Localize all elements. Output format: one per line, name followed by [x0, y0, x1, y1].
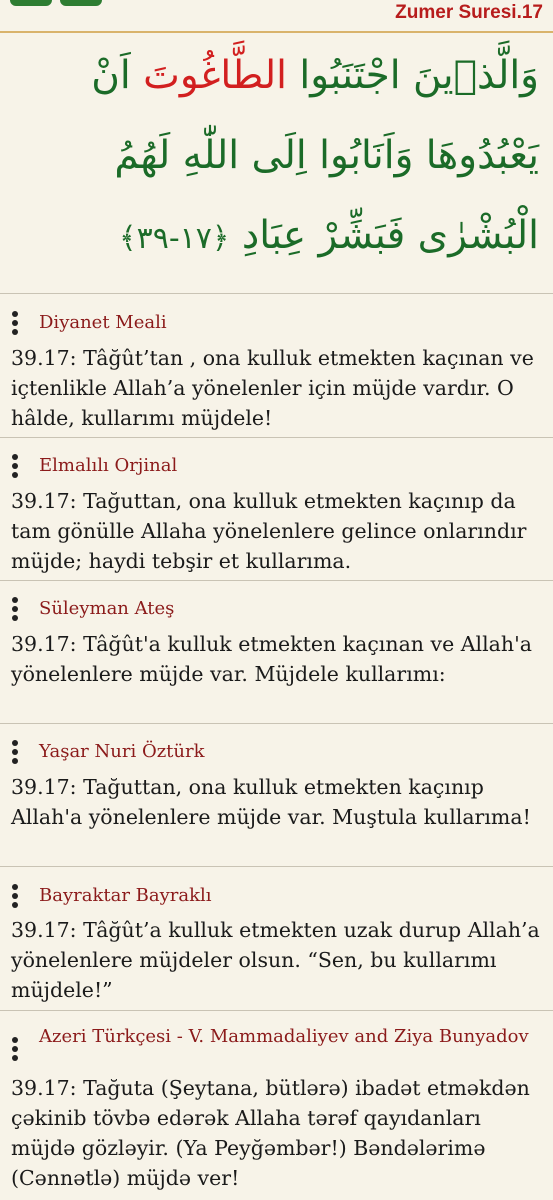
translation-author: Süleyman Ateş: [39, 598, 175, 619]
translation-text: 39.17: Tağuta (Şeytana, bütlərə) ibadət …: [11, 1076, 530, 1190]
menu-button[interactable]: [60, 0, 102, 6]
divider: [0, 1010, 553, 1011]
translation-author: Bayraktar Bayraklı: [39, 885, 212, 906]
back-button[interactable]: [10, 0, 52, 6]
arabic-verse: وَالَّذ۪ينَ اجْتَنَبُوا الطَّاغُوتَ اَنْ…: [18, 36, 539, 276]
translation-text: 39.17: Tâğût’tan , ona kulluk etmekten k…: [11, 346, 534, 430]
translation-author: Yaşar Nuri Öztürk: [39, 741, 205, 762]
verse-number-marker: ﴿١٧-٣٩﴾: [119, 221, 230, 256]
translation-text: 39.17: Tâğût’a kulluk etmekten uzak duru…: [11, 918, 540, 1002]
translation-author: Diyanet Meali: [39, 312, 167, 333]
translation-text: 39.17: Tağuttan, ona kulluk etmekten kaç…: [11, 775, 531, 829]
divider: [0, 866, 553, 867]
divider: [0, 437, 553, 438]
options-menu-icon[interactable]: [12, 311, 18, 335]
arabic-verse-highlight: الطَّاغُوتَ: [143, 53, 287, 98]
translation-text: 39.17: Tağuttan, ona kulluk etmekten kaç…: [11, 489, 527, 573]
surah-title: Zumer Suresi.17: [395, 2, 543, 23]
divider: [0, 723, 553, 724]
top-bar: Zumer Suresi.17: [0, 0, 553, 34]
translation-text: 39.17: Tâğût'a kulluk etmekten kaçınan v…: [11, 632, 532, 686]
options-menu-icon[interactable]: [12, 884, 18, 908]
arabic-verse-part1: وَالَّذ۪ينَ اجْتَنَبُوا: [287, 53, 539, 98]
options-menu-icon[interactable]: [12, 740, 18, 764]
translation-author: Azeri Türkçesi - V. Mammadaliyev and Ziy…: [39, 1026, 529, 1047]
options-menu-icon[interactable]: [12, 597, 18, 621]
divider: [0, 580, 553, 581]
options-menu-icon[interactable]: [12, 454, 18, 478]
title-divider: [0, 31, 553, 33]
translation-author: Elmalılı Orjinal: [39, 455, 178, 476]
divider: [0, 293, 553, 294]
options-menu-icon[interactable]: [12, 1037, 18, 1061]
